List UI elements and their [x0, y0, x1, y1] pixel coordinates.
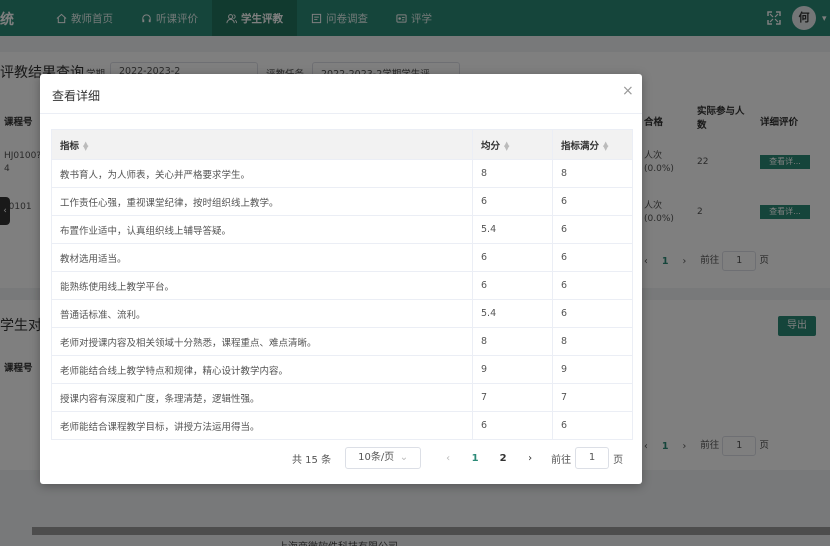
page-unit: 页	[613, 454, 624, 466]
cell-average: 5.4	[472, 215, 553, 244]
cell-average: 6	[472, 411, 553, 440]
dialog-title: 查看详细	[52, 89, 101, 103]
cell-full-score: 7	[552, 383, 633, 412]
dialog-divider	[40, 113, 642, 114]
cell-full-score: 6	[552, 243, 633, 272]
page-number[interactable]: 2	[489, 453, 517, 464]
detail-dialog: 查看详细 × 指标 ▲ ▼ 均分 ▲ ▼ 指标满分 ▲ ▼ 教书育人，为人师表，关心并严格要…	[40, 74, 642, 484]
table-row: 教书育人，为人师表，关心并严格要求学生。 8 8	[51, 159, 633, 188]
table-row: 授课内容有深度和广度，条理清楚，逻辑性强。 7 7	[51, 383, 633, 412]
cell-average: 6	[472, 243, 553, 272]
sort-icon[interactable]: ▲ ▼	[603, 141, 608, 152]
col-full-score[interactable]: 指标满分 ▲ ▼	[552, 129, 633, 160]
cell-average: 6	[472, 271, 553, 300]
table-row: 工作责任心强，重视课堂纪律，按时组织线上教学。 6 6	[51, 187, 633, 216]
cell-full-score: 6	[552, 187, 633, 216]
table-row: 普通话标准、流利。 5.4 6	[51, 299, 633, 328]
cell-full-score: 8	[552, 159, 633, 188]
cell-indicator: 老师能结合线上教学特点和规律，精心设计教学内容。	[51, 355, 473, 384]
indicator-table: 指标 ▲ ▼ 均分 ▲ ▼ 指标满分 ▲ ▼ 教书育人，为人师表，关心并严格要求学生。 8 8 …	[51, 129, 633, 440]
cell-average: 7	[472, 383, 553, 412]
prev-page-icon[interactable]: ‹	[435, 453, 461, 464]
cell-indicator: 工作责任心强，重视课堂纪律，按时组织线上教学。	[51, 187, 473, 216]
cell-average: 5.4	[472, 299, 553, 328]
close-icon[interactable]: ×	[622, 83, 634, 99]
cell-average: 8	[472, 159, 553, 188]
cell-indicator: 普通话标准、流利。	[51, 299, 473, 328]
table-row: 老师能结合线上教学特点和规律，精心设计教学内容。 9 9	[51, 355, 633, 384]
dialog-pagination: 共 15 条 10条/页 ⌄ ‹ 1 2 › 前往 1 页	[292, 447, 623, 469]
table-row: 布置作业适中，认真组织线上辅导答疑。 5.4 6	[51, 215, 633, 244]
cell-indicator: 老师能结合课程教学目标，讲授方法运用得当。	[51, 411, 473, 440]
cell-full-score: 8	[552, 327, 633, 356]
cell-full-score: 6	[552, 215, 633, 244]
page-size-value: 10条/页	[358, 452, 395, 463]
cell-indicator: 授课内容有深度和广度，条理清楚，逻辑性强。	[51, 383, 473, 412]
page-number[interactable]: 1	[461, 453, 489, 464]
sort-icon[interactable]: ▲ ▼	[83, 141, 88, 152]
col-indicator[interactable]: 指标 ▲ ▼	[51, 129, 473, 160]
goto-page-input[interactable]: 1	[575, 447, 610, 469]
page-size-select[interactable]: 10条/页 ⌄	[345, 447, 422, 469]
cell-full-score: 6	[552, 299, 633, 328]
cell-average: 9	[472, 355, 553, 384]
cell-average: 8	[472, 327, 553, 356]
cell-full-score: 6	[552, 271, 633, 300]
cell-average: 6	[472, 187, 553, 216]
sort-icon[interactable]: ▲ ▼	[504, 141, 509, 152]
goto-label: 前往	[551, 454, 572, 466]
cell-indicator: 老师对授课内容及相关领域十分熟悉，课程重点、难点清晰。	[51, 327, 473, 356]
cell-indicator: 教材选用适当。	[51, 243, 473, 272]
cell-full-score: 6	[552, 411, 633, 440]
next-page-icon[interactable]: ›	[517, 453, 543, 464]
cell-indicator: 教书育人，为人师表，关心并严格要求学生。	[51, 159, 473, 188]
cell-indicator: 能熟练使用线上教学平台。	[51, 271, 473, 300]
table-row: 能熟练使用线上教学平台。 6 6	[51, 271, 633, 300]
col-average[interactable]: 均分 ▲ ▼	[472, 129, 553, 160]
chevron-down-icon: ⌄	[399, 452, 409, 463]
cell-full-score: 9	[552, 355, 633, 384]
table-row: 老师能结合课程教学目标，讲授方法运用得当。 6 6	[51, 411, 633, 440]
table-row: 老师对授课内容及相关领域十分熟悉，课程重点、难点清晰。 8 8	[51, 327, 633, 356]
total-count: 共 15 条	[292, 454, 332, 466]
table-header-row: 指标 ▲ ▼ 均分 ▲ ▼ 指标满分 ▲ ▼	[51, 129, 633, 160]
cell-indicator: 布置作业适中，认真组织线上辅导答疑。	[51, 215, 473, 244]
table-row: 教材选用适当。 6 6	[51, 243, 633, 272]
